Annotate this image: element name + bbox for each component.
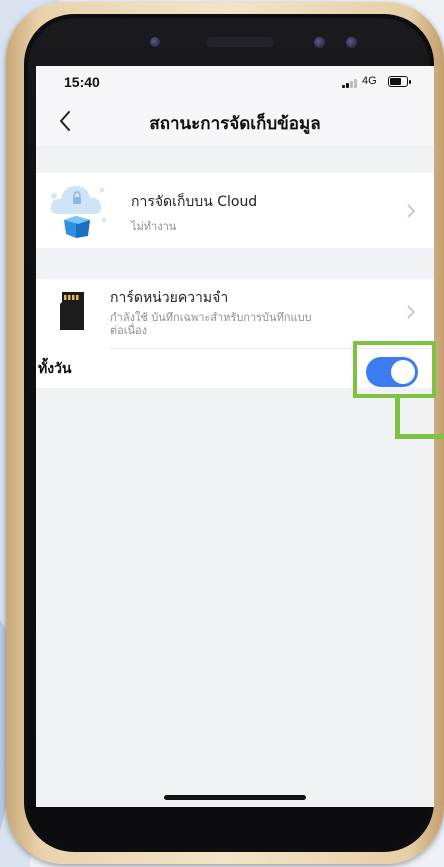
cloud-storage-icon [50,186,106,238]
front-camera [150,37,160,47]
chevron-left-icon [60,111,70,131]
chevron-right-icon [407,204,416,218]
light-sensor [346,37,357,48]
sd-card-icon [60,292,84,330]
sd-card-title: การ์ดหน่วยความจำ [110,290,229,306]
status-bar: 15:40 4G [36,66,434,98]
highlight-connector-vertical [395,398,400,439]
back-button[interactable] [54,106,78,136]
status-time: 15:40 [64,74,100,90]
all-day-label: ทั้งวัน [38,361,72,377]
sd-card-status-line2: ต่อเนื่อง [110,324,148,337]
nav-header: สถานะการจัดเก็บข้อมูล [36,98,434,146]
cloud-storage-title: การจัดเก็บบน Cloud [131,194,258,210]
highlight-box [353,341,436,398]
earpiece-speaker [206,37,274,47]
signal-icon [342,78,362,88]
network-type: 4G [362,75,377,87]
sd-card-row[interactable]: การ์ดหน่วยความจำ กำลังใช้ บันทึกเฉพาะสำห… [36,279,434,347]
cloud-storage-row[interactable]: การจัดเก็บบน Cloud ไม่ทำงาน [36,173,434,248]
battery-icon [388,76,411,87]
app-screen: 15:40 4G สถานะการจัดเก็บข้อมูล การจัดเก็… [36,66,434,807]
cloud-storage-status: ไม่ทำงาน [131,220,177,233]
highlight-connector-horizontal [395,434,444,439]
proximity-sensor [314,37,325,48]
home-indicator[interactable] [164,795,306,800]
sd-card-status-line1: กำลังใช้ บันทึกเฉพาะสำหรับการบันทึกแบบ [110,311,312,324]
chevron-right-icon [407,305,416,319]
page-title: สถานะการจัดเก็บข้อมูล [149,114,321,134]
